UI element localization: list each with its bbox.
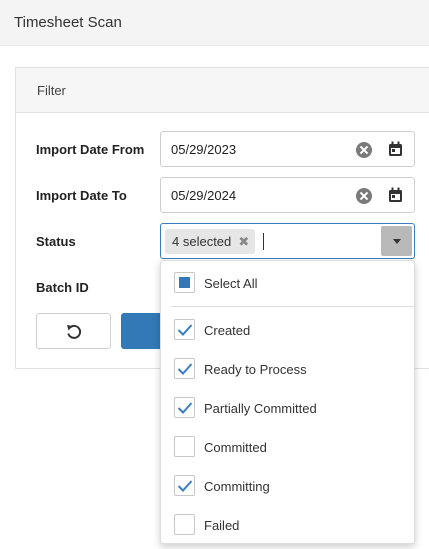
status-option-label[interactable]: Partially Committed <box>204 401 317 416</box>
batch-id-label: Batch ID <box>36 280 89 295</box>
reset-button[interactable] <box>36 313 111 349</box>
status-option-checkbox[interactable] <box>174 475 195 496</box>
status-multiselect[interactable]: 4 selected ✖ <box>160 223 415 259</box>
clear-icon[interactable] <box>356 142 372 158</box>
import-date-from-field[interactable]: 05/29/2023 <box>160 131 415 167</box>
import-date-to-label: Import Date To <box>36 188 127 203</box>
select-all-checkbox[interactable] <box>174 272 195 293</box>
select-all-label[interactable]: Select All <box>204 276 257 291</box>
reset-icon <box>67 324 82 339</box>
check-icon <box>177 480 193 492</box>
select-all-option[interactable]: Select All <box>161 264 414 302</box>
status-option-label[interactable]: Failed <box>204 518 239 533</box>
status-option[interactable]: Committing <box>161 467 414 505</box>
status-option[interactable]: Failed <box>161 506 414 544</box>
status-option-label[interactable]: Committing <box>204 479 270 494</box>
status-option[interactable]: Committed <box>161 428 414 466</box>
status-option-checkbox[interactable] <box>174 436 195 457</box>
calendar-icon[interactable] <box>388 187 403 203</box>
status-option-checkbox[interactable] <box>174 319 195 340</box>
status-chip: 4 selected ✖ <box>165 229 256 254</box>
status-label: Status <box>36 234 76 249</box>
status-option-label[interactable]: Ready to Process <box>204 362 307 377</box>
status-option-label[interactable]: Created <box>204 323 250 338</box>
import-date-from-label: Import Date From <box>36 142 145 157</box>
status-option-checkbox[interactable] <box>174 514 195 535</box>
text-caret <box>263 233 264 250</box>
filter-panel-title: Filter <box>37 83 66 98</box>
check-icon <box>177 324 193 336</box>
dropdown-divider <box>171 306 414 307</box>
page-header: Timesheet Scan <box>0 0 429 46</box>
status-option-checkbox[interactable] <box>174 397 195 418</box>
import-date-from-value[interactable]: 05/29/2023 <box>171 142 236 157</box>
status-option-checkbox[interactable] <box>174 358 195 379</box>
chip-remove-icon[interactable]: ✖ <box>238 229 249 254</box>
check-icon <box>177 363 193 375</box>
clear-icon[interactable] <box>356 188 372 204</box>
import-date-to-field[interactable]: 05/29/2024 <box>160 177 415 213</box>
check-icon <box>177 402 193 414</box>
import-date-to-value[interactable]: 05/29/2024 <box>171 188 236 203</box>
chevron-down-icon[interactable] <box>381 226 412 256</box>
status-chip-label: 4 selected <box>172 234 232 249</box>
status-option-label[interactable]: Committed <box>204 440 267 455</box>
page-title: Timesheet Scan <box>14 14 122 31</box>
status-option[interactable]: Ready to Process <box>161 350 414 388</box>
filter-panel-header: Filter <box>16 68 429 113</box>
status-option[interactable]: Created <box>161 311 414 349</box>
calendar-icon[interactable] <box>388 141 403 157</box>
status-option[interactable]: Partially Committed <box>161 389 414 427</box>
status-dropdown-list: Select All Created Ready to Process Partia… <box>160 260 415 544</box>
